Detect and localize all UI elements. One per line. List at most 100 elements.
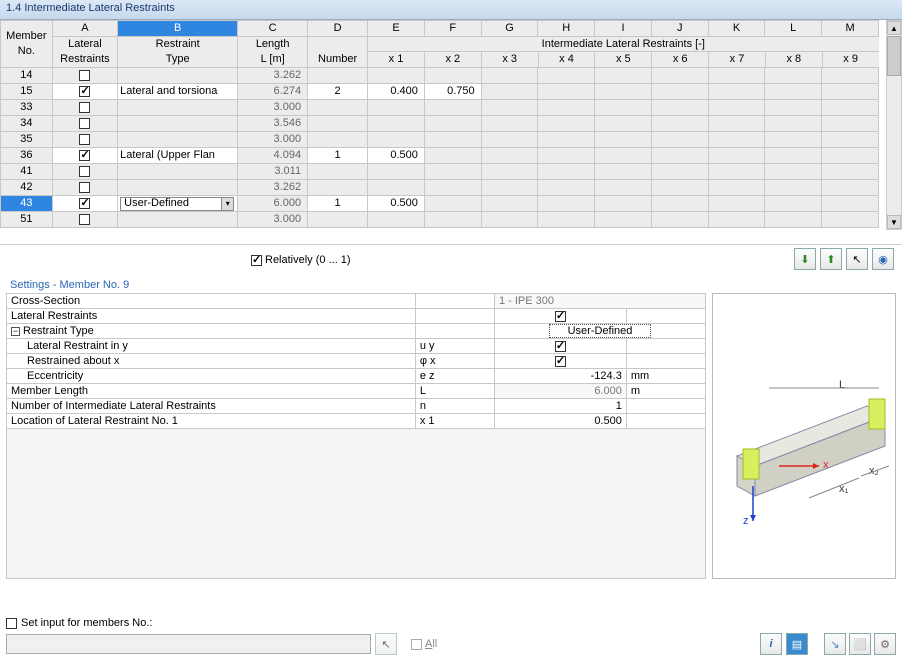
lateral-restraint-checkbox[interactable] [79,150,90,161]
lateral-restraint-checkbox[interactable] [79,134,90,145]
chevron-down-icon[interactable]: ▾ [221,198,233,210]
x6-cell[interactable] [651,148,708,164]
view-button[interactable]: ◉ [872,248,894,270]
import-button[interactable]: ⬆ [820,248,842,270]
tool-3-button[interactable]: ⚙ [874,633,896,655]
lateral-restraint-cell[interactable] [52,164,117,180]
x1-cell[interactable]: 0.400 [368,84,425,100]
export-button[interactable]: ⬇ [794,248,816,270]
row-header[interactable]: 33 [1,100,53,116]
x2-cell[interactable] [424,148,481,164]
table-row[interactable]: 423.262 [1,180,879,196]
lateral-restraint-checkbox[interactable] [79,198,90,209]
restrained-x-checkbox[interactable] [555,356,566,367]
table-row[interactable]: 143.262 [1,68,879,84]
col-M[interactable]: M [822,21,879,37]
x7-cell[interactable] [708,84,765,100]
info-button[interactable]: i [760,633,782,655]
member-input-field[interactable] [6,634,371,654]
restraint-type-cell[interactable] [118,68,238,84]
row-header[interactable]: 42 [1,180,53,196]
lateral-restraint-checkbox[interactable] [79,166,90,177]
main-grid[interactable]: MemberNo. A B C D E F G H I J K L M Late… [0,20,902,228]
col-K[interactable]: K [708,21,765,37]
table-row[interactable]: 333.000 [1,100,879,116]
x4-cell[interactable] [538,196,595,212]
lateral-restraint-cell[interactable] [52,100,117,116]
restraint-type-cell[interactable] [118,100,238,116]
lateral-restraint-cell[interactable] [52,116,117,132]
row-header[interactable]: 35 [1,132,53,148]
lateral-restraint-checkbox[interactable] [79,182,90,193]
eccentricity-value[interactable]: -124.3 [494,369,626,384]
restraint-type-value[interactable]: User-Defined [549,324,652,338]
diagram-button[interactable]: ▤ [786,633,808,655]
lateral-restraint-checkbox[interactable] [79,86,90,97]
x4-cell[interactable] [538,148,595,164]
col-I[interactable]: I [595,21,652,37]
x1-cell[interactable]: 0.500 [368,148,425,164]
table-row[interactable]: 15Lateral and torsiona6.27420.4000.750 [1,84,879,100]
x7-cell[interactable] [708,196,765,212]
lateral-restraint-cell[interactable] [52,148,117,164]
col-length[interactable]: LengthL [m] [238,37,308,68]
col-number[interactable]: Number [308,37,368,68]
row-header[interactable]: 15 [1,84,53,100]
lateral-restraint-checkbox[interactable] [79,102,90,113]
x9-cell[interactable] [822,196,879,212]
row-header[interactable]: 14 [1,68,53,84]
table-row[interactable]: 513.000 [1,212,879,228]
number-cell[interactable]: 1 [308,196,368,212]
lateral-y-checkbox[interactable] [555,341,566,352]
table-row[interactable]: 36Lateral (Upper Flan4.09410.500 [1,148,879,164]
restraint-type-cell[interactable] [118,132,238,148]
restraint-type-cell[interactable] [118,180,238,196]
scroll-up-icon[interactable]: ▲ [887,21,901,35]
x2-cell[interactable] [424,196,481,212]
table-row[interactable]: 413.011 [1,164,879,180]
x6-cell[interactable] [651,196,708,212]
pick-member-button[interactable]: ↖ [846,248,868,270]
restraint-type-cell[interactable]: Lateral and torsiona [118,84,238,100]
col-C[interactable]: C [238,21,308,37]
col-F[interactable]: F [424,21,481,37]
relatively-checkbox[interactable] [251,255,262,266]
scroll-thumb[interactable] [887,36,901,76]
x3-cell[interactable] [481,196,538,212]
col-G[interactable]: G [481,21,538,37]
table-row[interactable]: 343.546 [1,116,879,132]
restraint-type-cell[interactable] [118,164,238,180]
x8-cell[interactable] [765,196,822,212]
restraint-type-dropdown[interactable]: User-Defined▾ [120,197,234,211]
x8-cell[interactable] [765,84,822,100]
col-H[interactable]: H [538,21,595,37]
restraint-type-cell[interactable] [118,212,238,228]
lateral-restraint-cell[interactable] [52,68,117,84]
lateral-restraint-cell[interactable] [52,132,117,148]
x3-cell[interactable] [481,148,538,164]
preview-3d[interactable]: x z L x₁ x₂ [712,293,896,579]
col-restraint-type[interactable]: RestraintType [118,37,238,68]
scroll-down-icon[interactable]: ▼ [887,215,901,229]
row-header[interactable]: 36 [1,148,53,164]
set-input-checkbox[interactable] [6,618,17,629]
lateral-restraint-cell[interactable] [52,180,117,196]
grid-vertical-scrollbar[interactable]: ▲ ▼ [886,20,902,230]
table-row[interactable]: 43User-Defined▾6.00010.500 [1,196,879,212]
number-cell[interactable]: 2 [308,84,368,100]
col-J[interactable]: J [651,21,708,37]
x5-cell[interactable] [595,196,652,212]
x9-cell[interactable] [822,84,879,100]
x9-cell[interactable] [822,148,879,164]
x3-cell[interactable] [481,84,538,100]
location-1-value[interactable]: 0.500 [494,414,626,429]
row-header[interactable]: 41 [1,164,53,180]
x2-cell[interactable]: 0.750 [424,84,481,100]
restraint-type-cell[interactable]: User-Defined▾ [118,196,238,212]
x5-cell[interactable] [595,148,652,164]
number-cell[interactable]: 1 [308,148,368,164]
n-restraints-value[interactable]: 1 [494,399,626,414]
row-header[interactable]: 43 [1,196,53,212]
x5-cell[interactable] [595,84,652,100]
col-member-no[interactable]: MemberNo. [1,21,53,68]
